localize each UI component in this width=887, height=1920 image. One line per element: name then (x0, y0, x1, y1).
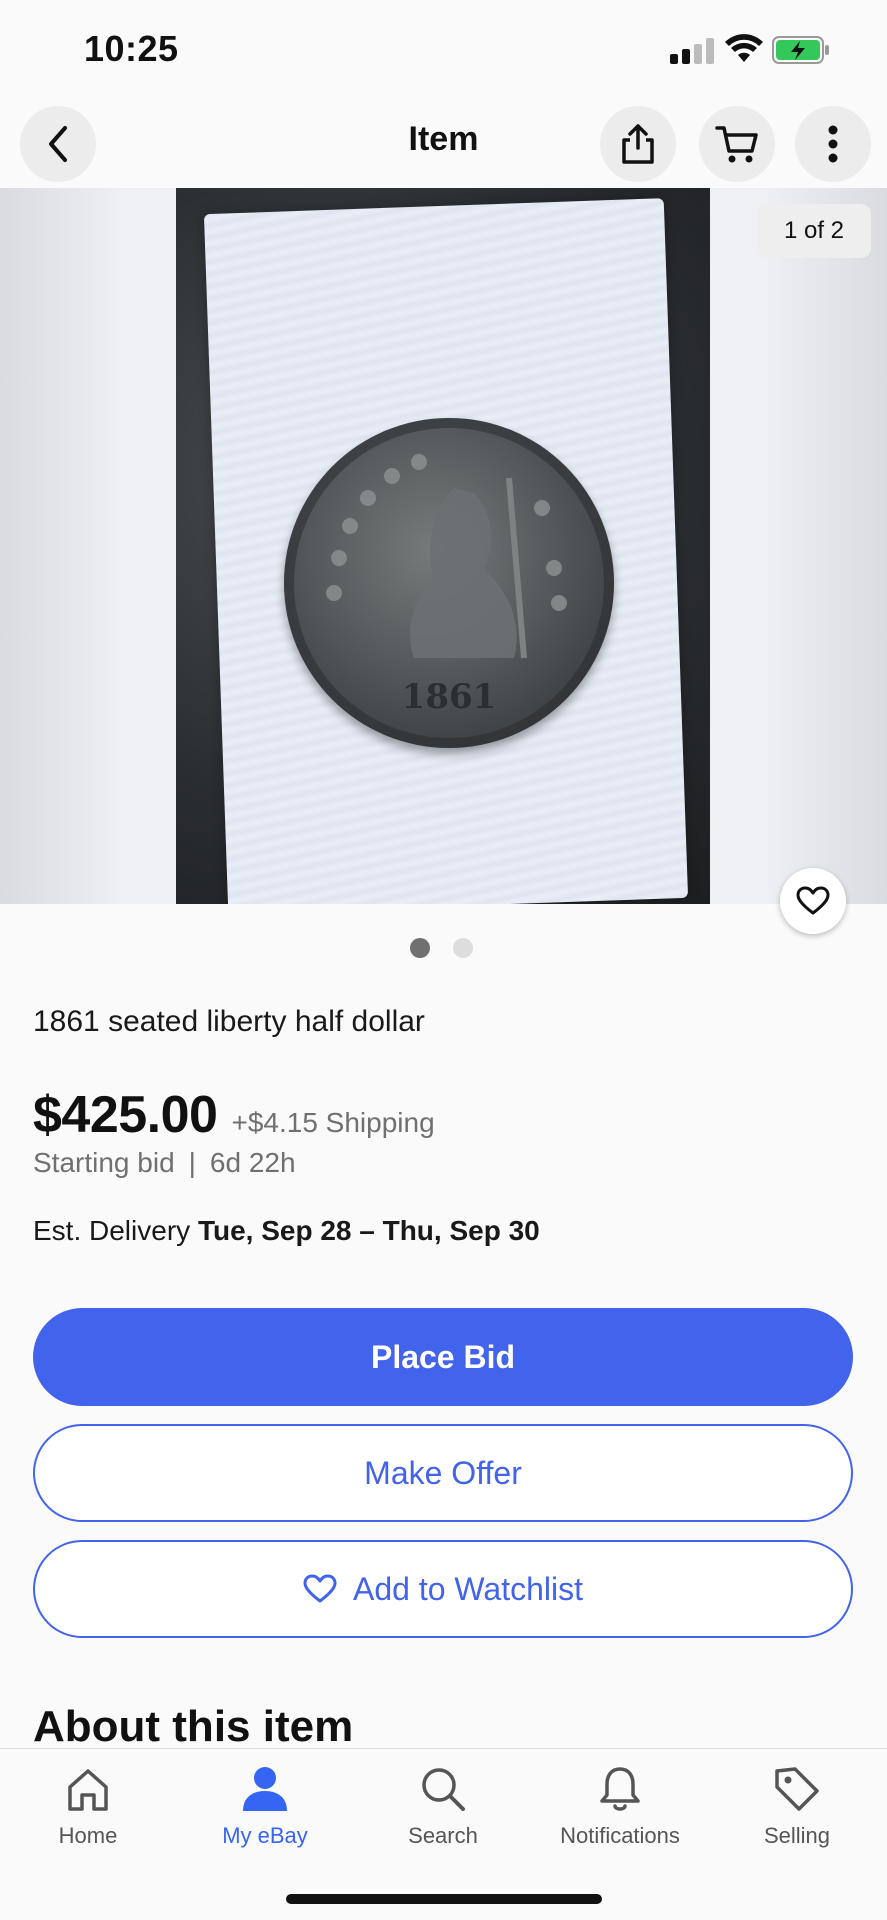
add-to-watchlist-label: Add to Watchlist (352, 1570, 583, 1607)
item-price: $425.00 (33, 1086, 218, 1144)
photo-pagination (410, 938, 480, 960)
top-nav-bar: Item (0, 100, 887, 188)
tab-search-label: Search (408, 1823, 478, 1848)
status-time: 10:25 (84, 28, 179, 69)
wifi-icon (725, 34, 763, 62)
item-page: 10:25 Item 1861 1 of 2 1861 seated liber… (0, 0, 887, 1920)
cart-icon (715, 126, 758, 163)
bid-info-separator: | (188, 1147, 196, 1178)
tab-my-ebay[interactable]: My eBay (190, 1763, 340, 1863)
bid-type: Starting bid (33, 1147, 175, 1178)
delivery-label: Est. Delivery (33, 1215, 191, 1246)
make-offer-label: Make Offer (364, 1454, 522, 1491)
item-photo-gallery[interactable]: 1861 1 of 2 (0, 188, 887, 904)
home-indicator[interactable] (286, 1894, 602, 1904)
tag-icon (775, 1767, 819, 1811)
more-vertical-icon (828, 125, 838, 163)
time-left: 6d 22h (209, 1147, 296, 1178)
tab-selling[interactable]: Selling (722, 1763, 872, 1863)
tab-notifications-label: Notifications (560, 1823, 680, 1848)
tab-home[interactable]: Home (13, 1763, 163, 1863)
tab-my-ebay-label: My eBay (222, 1823, 308, 1848)
price-row: $425.00 +$4.15 Shipping (33, 1085, 435, 1145)
pagination-dot-1[interactable] (410, 938, 430, 958)
photo-counter: 1 of 2 (757, 204, 871, 258)
tab-home-label: Home (58, 1823, 118, 1848)
battery-charging-icon (772, 36, 829, 64)
share-button[interactable] (600, 106, 676, 182)
place-bid-button[interactable]: Place Bid (33, 1308, 853, 1406)
shipping-cost: +$4.15 Shipping (231, 1107, 435, 1138)
home-icon (68, 1769, 108, 1811)
coin-image: 1861 (284, 418, 614, 748)
delivery-dates: Tue, Sep 28 – Thu, Sep 30 (197, 1215, 540, 1246)
share-icon (622, 124, 654, 164)
tab-selling-label: Selling (763, 1823, 831, 1848)
make-offer-button[interactable]: Make Offer (33, 1424, 853, 1522)
more-options-button[interactable] (795, 106, 871, 182)
tab-notifications[interactable]: Notifications (545, 1763, 695, 1863)
item-photo[interactable]: 1861 (176, 188, 710, 904)
place-bid-label: Place Bid (370, 1338, 516, 1375)
status-bar: 10:25 (0, 0, 887, 100)
cellular-signal-icon (670, 38, 714, 64)
bid-info: Starting bid | 6d 22h (33, 1147, 296, 1179)
add-to-watchlist-button[interactable]: Add to Watchlist (33, 1540, 853, 1638)
svg-text:1861: 1861 (402, 677, 497, 717)
pagination-dot-2[interactable] (453, 938, 473, 958)
estimated-delivery: Est. Delivery Tue, Sep 28 – Thu, Sep 30 (33, 1215, 540, 1247)
search-icon (422, 1768, 465, 1811)
watchlist-heart-button[interactable] (780, 868, 846, 934)
item-title: 1861 seated liberty half dollar (33, 1005, 425, 1038)
heart-icon (796, 886, 830, 915)
person-icon (243, 1767, 287, 1811)
tab-search[interactable]: Search (368, 1763, 518, 1863)
cart-button[interactable] (699, 106, 775, 182)
bell-icon (600, 1767, 640, 1811)
heart-icon (303, 1574, 337, 1603)
chevron-left-icon (49, 126, 67, 162)
seated-liberty-coin-icon: 1861 (326, 454, 567, 717)
about-section-heading: About this item (33, 1702, 354, 1751)
back-button[interactable] (20, 106, 96, 182)
